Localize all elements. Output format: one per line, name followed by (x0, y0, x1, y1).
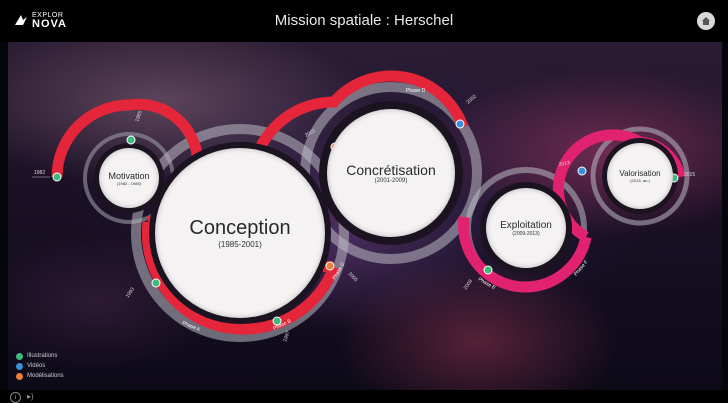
stage-dates: (2001-2009) (374, 178, 408, 184)
year-label: 1985 (134, 110, 144, 123)
stage-name: Concrétisation (346, 162, 436, 178)
marker-video[interactable] (455, 119, 465, 129)
legend-dot (16, 352, 23, 360)
marker-illustration[interactable] (126, 135, 136, 145)
footer-controls: i ▸) (10, 392, 34, 403)
legend-item[interactable]: Modélisations (16, 371, 64, 381)
app-window: 1982 1985 1993 1997 2001 2005 2002 2009 … (0, 0, 728, 403)
stage-name: Motivation (108, 170, 150, 181)
legend-label: Modélisations (27, 373, 64, 379)
legend-dot (16, 372, 23, 380)
stage-dates: (1982 - 1985) (116, 180, 141, 186)
stage-motivation[interactable]: Motivation (1982 - 1985) (99, 148, 159, 208)
legend: Illustrations Vidéos Modélisations (16, 351, 64, 381)
info-icon[interactable]: i (10, 392, 21, 403)
top-bar: EXPLOR NOVA (0, 0, 728, 42)
stage-conception[interactable]: Conception (1985-2001) (155, 148, 325, 318)
marker-modelisation[interactable] (325, 261, 335, 271)
logo-icon (15, 15, 27, 25)
year-label: 1982 (34, 170, 45, 176)
phase-label: Phase D (406, 88, 426, 94)
year-label: 2015 (684, 172, 695, 178)
sound-icon[interactable]: ▸) (27, 392, 34, 403)
legend-item[interactable]: Illustrations (16, 351, 64, 361)
bottom-bar (0, 390, 728, 403)
marker-illustration[interactable] (151, 278, 161, 288)
year-label: 2005 (347, 271, 359, 283)
legend-item[interactable]: Vidéos (16, 361, 64, 371)
stage-concretisation[interactable]: Concrétisation (2001-2009) (327, 109, 455, 237)
marker-illustration[interactable] (483, 265, 493, 275)
year-label: 2002 (465, 94, 478, 106)
stage-name: Exploitation (500, 219, 552, 231)
year-label: 2009 (463, 278, 474, 291)
year-label: 1993 (125, 286, 136, 299)
legend-label: Illustrations (27, 353, 58, 359)
stage-dates: (2013- au.) (630, 178, 650, 183)
stage-dates: (2009-2013) (512, 230, 540, 237)
stage-exploitation[interactable]: Exploitation (2009-2013) (486, 188, 566, 268)
explornova-logo[interactable]: EXPLOR NOVA (14, 12, 67, 30)
logo-text-bottom: NOVA (32, 18, 67, 30)
stage-name: Conception (189, 217, 291, 239)
space-background: 1982 1985 1993 1997 2001 2005 2002 2009 … (8, 42, 722, 390)
marker-video[interactable] (577, 166, 587, 176)
legend-dot (16, 362, 23, 370)
home-button[interactable] (697, 12, 715, 30)
home-icon (702, 17, 710, 25)
stage-valorisation[interactable]: Valorisation (2013- au.) (607, 143, 673, 209)
stage-dates: (1985-2001) (218, 240, 262, 249)
legend-label: Vidéos (27, 363, 46, 369)
stage-name: Valorisation (619, 169, 661, 178)
marker-illustration[interactable] (52, 172, 62, 182)
